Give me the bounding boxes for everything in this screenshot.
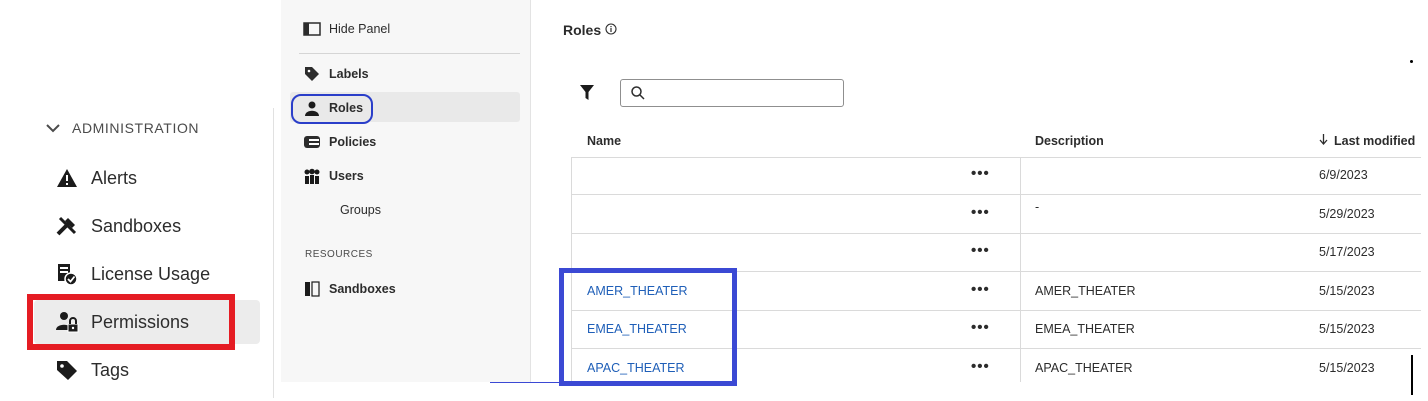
- panel-separator: [299, 53, 520, 54]
- more-actions-button[interactable]: •••: [971, 204, 990, 221]
- administration-section-header[interactable]: ADMINISTRATION: [46, 120, 199, 136]
- more-actions-button[interactable]: •••: [971, 358, 990, 375]
- sidebar-item-license-usage[interactable]: License Usage: [55, 258, 210, 290]
- more-actions-button[interactable]: •••: [971, 281, 990, 298]
- scrollbar-edge[interactable]: [1411, 355, 1413, 395]
- column-header-description[interactable]: Description: [1035, 134, 1104, 148]
- sidebar-item-label: License Usage: [91, 263, 211, 284]
- panel-item-users[interactable]: Users: [303, 168, 364, 184]
- sandbox-tools-icon: [55, 214, 79, 238]
- panel-item-label: Labels: [329, 67, 369, 81]
- role-modified-date: 5/15/2023: [1319, 361, 1375, 375]
- sidebar-item-label: Sandboxes: [91, 215, 182, 236]
- overflow-dot: [1410, 60, 1413, 63]
- search-input[interactable]: [653, 85, 837, 102]
- role-description: APAC_THEATER: [1035, 361, 1133, 375]
- panel-item-groups[interactable]: Groups: [340, 203, 381, 217]
- users-icon: [303, 168, 321, 184]
- row-divider: [571, 233, 1421, 234]
- panel-item-labels[interactable]: Labels: [303, 66, 369, 82]
- panel-item-sandboxes[interactable]: Sandboxes: [303, 281, 396, 297]
- roles-highlight-outline: [291, 94, 373, 124]
- chevron-down-icon: [46, 120, 60, 136]
- column-header-name[interactable]: Name: [587, 134, 621, 148]
- info-icon[interactable]: [605, 22, 617, 38]
- administration-section-label: ADMINISTRATION: [72, 120, 200, 136]
- sort-descending-icon: [1319, 134, 1328, 148]
- panel-item-label: Policies: [329, 135, 377, 149]
- role-modified-date: 5/29/2023: [1319, 207, 1375, 221]
- panel-item-label: Sandboxes: [329, 282, 396, 296]
- more-actions-button[interactable]: •••: [971, 319, 990, 336]
- role-modified-date: 5/15/2023: [1319, 284, 1375, 298]
- alert-icon: [55, 166, 79, 190]
- panel-item-label: Users: [329, 169, 364, 183]
- page-title: Roles: [563, 22, 617, 38]
- role-modified-date: 5/17/2023: [1319, 245, 1375, 259]
- search-icon: [631, 86, 645, 105]
- role-description: -: [1035, 200, 1040, 214]
- search-input-container[interactable]: [620, 79, 844, 107]
- role-description: EMEA_THEATER: [1035, 322, 1135, 336]
- role-description: AMER_THEATER: [1035, 284, 1136, 298]
- hide-panel-button[interactable]: Hide Panel: [303, 22, 390, 36]
- sidebar-item-tags[interactable]: Tags: [55, 354, 129, 386]
- table-header-divider: [571, 157, 1421, 158]
- sidebar-item-label: Alerts: [91, 167, 138, 188]
- more-actions-button[interactable]: •••: [971, 242, 990, 259]
- more-actions-button[interactable]: •••: [971, 165, 990, 182]
- nav-divider: [273, 108, 274, 398]
- filter-icon[interactable]: [580, 85, 594, 105]
- role-modified-date: 5/15/2023: [1319, 322, 1375, 336]
- label-icon: [303, 66, 321, 82]
- row-divider: [571, 194, 1421, 195]
- hide-panel-label: Hide Panel: [329, 22, 391, 36]
- panel-item-policies[interactable]: Policies: [303, 134, 376, 150]
- roles-side-panel: Hide Panel Labels Roles Policies Users G…: [281, 0, 531, 382]
- column-header-label: Last modified: [1334, 134, 1416, 148]
- page-title-text: Roles: [563, 22, 602, 38]
- annotation-line: [490, 382, 562, 383]
- sidebar-item-alerts[interactable]: Alerts: [55, 162, 137, 194]
- role-modified-date: 6/9/2023: [1319, 168, 1368, 182]
- permissions-highlight-box: [27, 294, 235, 350]
- license-usage-icon: [55, 262, 79, 286]
- sidebar-item-sandboxes[interactable]: Sandboxes: [55, 210, 181, 242]
- tag-icon: [55, 358, 79, 382]
- theater-roles-highlight-box: [559, 268, 737, 386]
- sandbox-icon: [303, 281, 321, 297]
- sidebar-item-label: Tags: [91, 359, 130, 380]
- panel-toggle-icon: [303, 22, 321, 36]
- policies-icon: [303, 134, 321, 150]
- column-header-last-modified[interactable]: Last modified: [1319, 134, 1415, 148]
- panel-divider: [530, 0, 531, 382]
- resources-section-label: RESOURCES: [305, 249, 373, 260]
